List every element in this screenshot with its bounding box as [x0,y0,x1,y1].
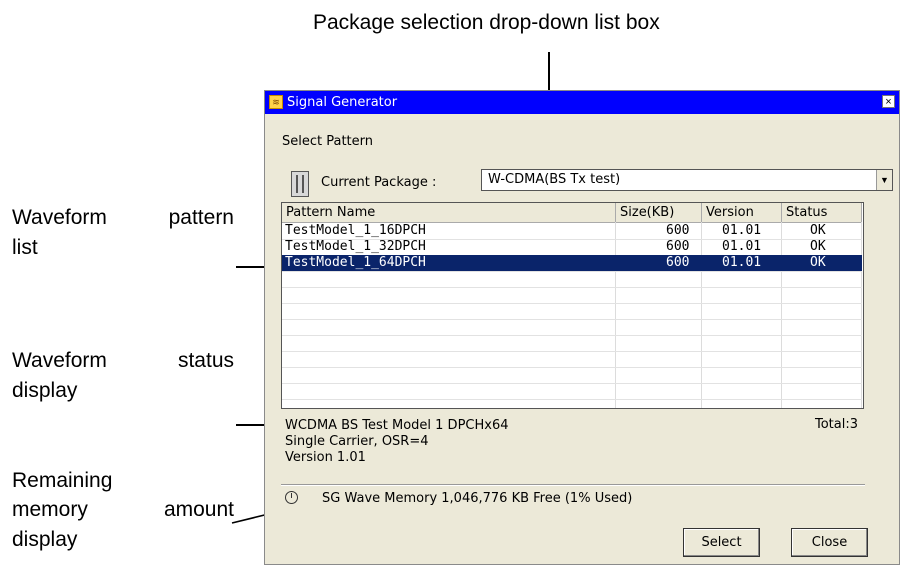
grid-line [282,287,862,288]
waveform-status-line-3: Version 1.01 [285,450,366,465]
column-header-status[interactable]: Status [782,203,862,222]
pattern-status: OK [810,223,826,238]
column-header-size[interactable]: Size(KB) [616,203,702,222]
section-label: Select Pattern [282,134,374,149]
annotation-pattern-list-2: list [12,236,38,259]
divider [281,484,865,486]
column-header-pattern-name[interactable]: Pattern Name [282,203,616,222]
package-select-dropdown[interactable]: W-CDMA(BS Tx test) ▼ [481,169,893,191]
table-row-selected[interactable]: TestModel_1_64DPCH 600 01.01 OK [282,255,862,271]
pattern-status: OK [810,255,826,270]
pattern-list[interactable]: Pattern Name Size(KB) Version Status Tes… [281,202,864,409]
pattern-version: 01.01 [722,223,762,238]
annotation-remaining-1: Remaining [12,469,113,492]
signal-generator-dialog: ≋ Signal Generator × Select Pattern Curr… [264,90,900,565]
waveform-status-line-1: WCDMA BS Test Model 1 DPCHx64 [285,418,509,433]
window-title: Signal Generator [287,95,398,110]
pattern-version: 01.01 [722,255,762,270]
pattern-size: 600 [666,223,690,238]
grid-line [282,351,862,352]
grid-line [282,319,862,320]
pattern-list-header: Pattern Name Size(KB) Version Status [282,203,862,223]
select-button[interactable]: Select [683,528,760,557]
close-button[interactable]: Close [791,528,868,557]
current-package-label: Current Package : [321,175,437,190]
annotation-status-display-1: Waveform status [12,349,234,372]
grid-line [282,335,862,336]
pattern-size: 600 [666,255,690,270]
annotation-remaining-2: memory amount [12,498,234,521]
title-bar[interactable]: ≋ Signal Generator × [265,91,899,114]
annotation-package-dropdown: Package selection drop-down list box [313,11,660,34]
grid-line [282,399,862,400]
grid-line [282,303,862,304]
pattern-name: TestModel_1_64DPCH [285,255,426,270]
pattern-version: 01.01 [722,239,762,254]
app-icon: ≋ [269,95,283,109]
annotation-remaining-3: display [12,528,78,551]
table-row[interactable]: TestModel_1_32DPCH 600 01.01 OK [282,239,862,255]
grid-line [282,367,862,368]
pattern-name: TestModel_1_16DPCH [285,223,426,238]
remaining-memory-text: SG Wave Memory 1,046,776 KB Free (1% Use… [322,491,633,506]
package-icon [291,171,309,197]
pattern-total-count: Total:3 [815,417,859,432]
column-header-version[interactable]: Version [702,203,782,222]
package-select-value: W-CDMA(BS Tx test) [488,172,621,187]
waveform-status-line-2: Single Carrier, OSR=4 [285,434,429,449]
grid-line [282,271,862,272]
pattern-status: OK [810,239,826,254]
chevron-down-icon[interactable]: ▼ [876,170,892,190]
pattern-name: TestModel_1_32DPCH [285,239,426,254]
annotation-pattern-list-1: Waveform pattern [12,206,234,229]
grid-line [282,383,862,384]
clock-icon [285,491,298,504]
annotation-status-display-2: display [12,379,78,402]
close-window-icon[interactable]: × [882,95,895,108]
table-row[interactable]: TestModel_1_16DPCH 600 01.01 OK [282,223,862,239]
pattern-size: 600 [666,239,690,254]
